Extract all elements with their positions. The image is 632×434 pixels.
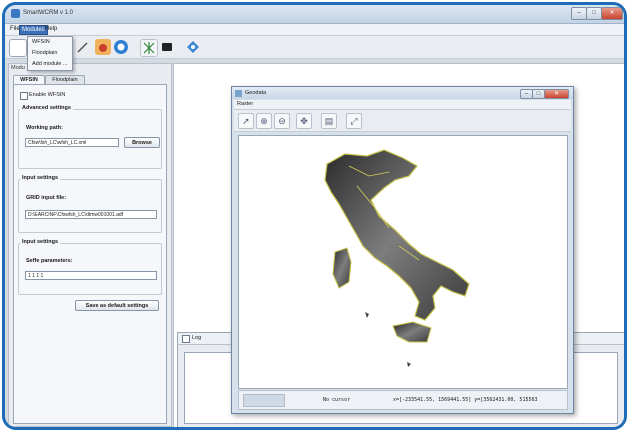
minimize-button[interactable]: – <box>571 7 587 20</box>
maximize-button[interactable]: □ <box>586 7 602 20</box>
select-icon[interactable]: ▤ <box>321 113 337 129</box>
log-icon <box>182 335 190 343</box>
cursor-status: No cursor <box>323 397 351 403</box>
import-icon[interactable] <box>95 39 111 55</box>
grid-map-icon[interactable] <box>140 39 158 57</box>
main-toolbar <box>5 36 624 59</box>
menu-bar: File Modules Help <box>5 24 624 36</box>
grid-input-field[interactable]: D:\EARCINF\Cfswfsh_LC\dtmw001001.adf <box>25 210 157 219</box>
coordinates-status: x=[-233541.55, 1569441.55] y=[3562431.00… <box>393 397 538 403</box>
geodata-title: Geodata <box>245 90 267 96</box>
zoom-out-icon[interactable]: ⊖ <box>274 113 290 129</box>
save-defaults-button[interactable]: Save as default settings <box>75 300 159 311</box>
title-bar: SmartWCRM v 1.0 – □ ✕ <box>5 5 624 24</box>
advanced-settings-title: Advanced settings <box>20 105 73 111</box>
window-title: SmartWCRM v 1.0 <box>23 10 74 16</box>
modules-panel-title: Modu <box>11 65 25 71</box>
input-settings-title-2: Input settings <box>20 239 61 245</box>
italy-raster-map <box>324 149 470 367</box>
browse-button[interactable]: Browse <box>124 137 160 148</box>
geodata-toolbar: ➚ ⊕ ⊖ ✥ ▤ ⤢ <box>234 110 571 132</box>
wfsin-tab-content: Enable WFSIN Advanced settings Working p… <box>13 84 167 424</box>
geodata-status-bar: No cursor x=[-233541.55, 1569441.55] y=[… <box>238 390 568 410</box>
app-icon <box>11 9 20 18</box>
menu-item-wfsin[interactable]: WFSIN <box>28 37 72 48</box>
close-button[interactable]: ✕ <box>601 7 623 20</box>
pointer-icon[interactable]: ➚ <box>238 113 254 129</box>
working-path-field[interactable]: Cfsw\fsh_LC\wfsh_LC.xml <box>25 138 119 147</box>
pencil-icon[interactable] <box>75 39 91 55</box>
pan-icon[interactable]: ✥ <box>296 113 312 129</box>
grid-input-label: GRID input file: <box>26 195 67 201</box>
console-icon[interactable] <box>162 43 172 51</box>
working-path-label: Working path: <box>26 125 63 131</box>
menu-item-add-module[interactable]: Add module ... <box>28 59 72 70</box>
input-settings-title: Input settings <box>20 175 61 181</box>
menu-raster[interactable]: Raster <box>237 101 253 107</box>
modules-panel: Modu WFSIN Floodplain Enable WFSIN Advan… <box>8 63 172 427</box>
input-settings-group-2 <box>18 243 162 295</box>
magnifier-icon[interactable] <box>243 394 285 407</box>
run-icon[interactable] <box>113 39 129 55</box>
geodata-menu-bar: Raster <box>234 100 571 110</box>
log-title: Log <box>192 335 202 341</box>
enable-wfsin-checkbox[interactable] <box>20 92 28 100</box>
raster-map-view[interactable] <box>238 135 568 389</box>
input-settings-group <box>18 179 162 233</box>
geodata-window-icon <box>235 90 242 97</box>
params-label: Seffe parameters: <box>26 258 73 264</box>
enable-wfsin-label: Enable WFSIN <box>29 92 66 98</box>
diamond-icon[interactable] <box>185 39 201 55</box>
params-field[interactable]: 1 1 1 1 <box>25 271 157 280</box>
app-window: SmartWCRM v 1.0 – □ ✕ File Modules Help … <box>2 2 627 430</box>
modules-dropdown: WFSIN Floodplain Add module ... <box>27 36 73 71</box>
full-extent-icon[interactable]: ⤢ <box>346 113 362 129</box>
menu-item-floodplain[interactable]: Floodplain <box>28 48 72 59</box>
new-document-icon[interactable] <box>9 39 27 57</box>
geodata-close-button[interactable]: ✕ <box>544 89 569 99</box>
geodata-window: Geodata – □ ✕ Raster ➚ ⊕ ⊖ ✥ ▤ ⤢ No curs… <box>231 86 574 414</box>
zoom-in-icon[interactable]: ⊕ <box>256 113 272 129</box>
menu-help[interactable]: Help <box>43 25 59 33</box>
geodata-title-bar: Geodata – □ ✕ <box>232 87 573 99</box>
